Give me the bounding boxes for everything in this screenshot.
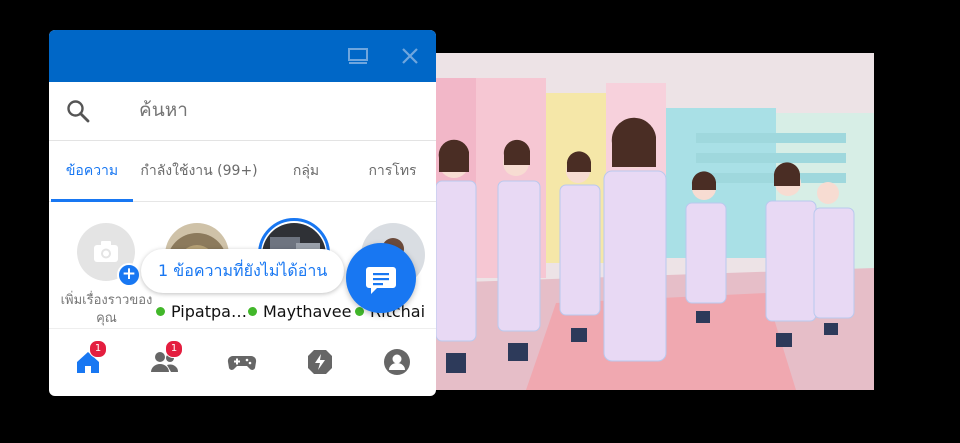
add-story-label: เพิ่มเรื่องราวของคุณ xyxy=(60,293,153,326)
nav-home[interactable]: 1 xyxy=(73,340,107,377)
online-status-dot xyxy=(156,307,165,316)
panel-titlebar xyxy=(49,30,436,82)
nav-discover[interactable] xyxy=(305,347,335,377)
game-controller-icon xyxy=(227,355,257,370)
add-icon[interactable]: + xyxy=(117,263,141,287)
tab-calls[interactable]: การโทร xyxy=(349,141,436,201)
bottom-navigation: 1 1 xyxy=(49,328,436,396)
notification-badge: 1 xyxy=(165,340,183,358)
lightning-icon xyxy=(308,350,332,374)
chat-bubble-icon xyxy=(366,267,396,294)
search-input[interactable] xyxy=(137,98,391,122)
unread-messages-pill[interactable]: 1 ข้อความที่ยังไม่ได้อ่าน xyxy=(141,249,345,293)
search-icon[interactable] xyxy=(66,99,90,127)
nav-games[interactable] xyxy=(227,347,257,377)
minimize-window-icon[interactable] xyxy=(348,46,368,66)
new-message-button[interactable] xyxy=(346,243,416,313)
search-bar[interactable] xyxy=(49,82,436,141)
video-player[interactable] xyxy=(436,53,874,390)
profile-icon xyxy=(384,349,410,375)
tab-messages[interactable]: ข้อความ xyxy=(49,141,135,202)
tab-bar: ข้อความ กำลังใช้งาน (99+) กลุ่ม การโทร xyxy=(49,141,436,202)
video-frame xyxy=(436,53,874,390)
nav-profile[interactable] xyxy=(382,347,412,377)
close-icon[interactable] xyxy=(400,46,420,66)
story-name-pipatpa[interactable]: Pipatpa… xyxy=(156,302,247,321)
messenger-panel: ข้อความ กำลังใช้งาน (99+) กลุ่ม การโทร +… xyxy=(49,30,436,396)
tab-active-now[interactable]: กำลังใช้งาน (99+) xyxy=(135,141,263,201)
nav-people[interactable]: 1 xyxy=(149,340,183,377)
tab-groups[interactable]: กลุ่ม xyxy=(263,141,349,201)
story-name-maythavee[interactable]: Maythavee xyxy=(248,302,351,321)
notification-badge: 1 xyxy=(89,340,107,358)
online-status-dot xyxy=(248,307,257,316)
